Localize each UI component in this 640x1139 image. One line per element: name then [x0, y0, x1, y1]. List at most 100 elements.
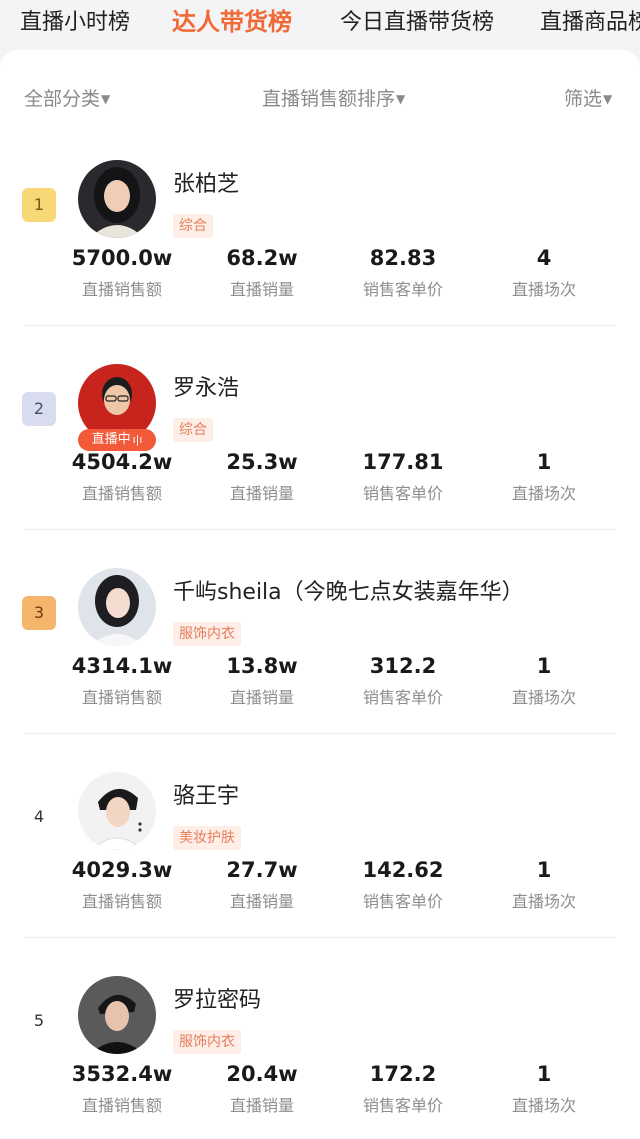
- stat-sales-volume: 13.8w 直播销量: [192, 654, 332, 708]
- stat-value: 177.81: [362, 450, 444, 474]
- stat-value: 3532.4w: [71, 1062, 173, 1086]
- anchor-name[interactable]: 千屿sheila（今晚七点女装嘉年华）: [173, 574, 524, 606]
- stat-label: 直播销售额: [81, 280, 162, 299]
- stat-label: 直播销量: [229, 484, 294, 503]
- sort-dropdown-label: 直播销售额排序: [262, 88, 396, 110]
- rank-badge: 5: [33, 1011, 45, 1030]
- stat-value: 13.8w: [226, 654, 298, 678]
- anchor-name[interactable]: 骆王宇: [173, 778, 239, 810]
- rank-badge: 4: [33, 807, 45, 826]
- stat-label: 销售客单价: [362, 1096, 443, 1115]
- stat-unit-price: 142.62 销售客单价: [333, 858, 473, 912]
- rank-badge: 2: [22, 392, 56, 426]
- ranking-row[interactable]: 5 罗拉密码 服饰内衣 3532.4w 直播销售额 20.4w 直播销量 172.2…: [0, 938, 640, 1139]
- stat-value: 142.62: [362, 858, 444, 882]
- stat-live-count: 1 直播场次: [474, 450, 614, 504]
- stat-label: 销售客单价: [362, 688, 443, 707]
- stat-sales-amount: 4029.3w 直播销售额: [52, 858, 192, 912]
- stat-label: 销售客单价: [362, 280, 443, 299]
- stat-value: 1: [536, 1062, 552, 1086]
- stat-label: 直播场次: [511, 280, 576, 299]
- category-filter[interactable]: 全部分类▼: [24, 84, 110, 111]
- tab-influencer-sales[interactable]: 达人带货榜: [172, 2, 292, 37]
- tab-live-products[interactable]: 直播商品榜: [540, 4, 640, 36]
- stat-value: 1: [536, 450, 552, 474]
- stat-label: 直播销量: [229, 892, 294, 911]
- stat-label: 直播销售额: [81, 484, 162, 503]
- stat-label: 直播销售额: [81, 1096, 162, 1115]
- stat-label: 直播场次: [511, 484, 576, 503]
- avatar[interactable]: [78, 160, 156, 238]
- stat-label: 直播场次: [511, 892, 576, 911]
- category-tag: 服饰内衣: [173, 622, 241, 646]
- stat-sales-volume: 68.2w 直播销量: [192, 246, 332, 300]
- ranking-card: 全部分类▼ 直播销售额排序▼ 筛选▼ 1 张柏芝 综合 5700.0w 直播销售额…: [0, 50, 640, 1139]
- stat-unit-price: 82.83 销售客单价: [333, 246, 473, 300]
- stat-unit-price: 172.2 销售客单价: [333, 1062, 473, 1116]
- category-tag: 综合: [173, 418, 213, 442]
- category-filter-label: 全部分类: [24, 88, 101, 110]
- stat-label: 直播销量: [229, 1096, 294, 1115]
- avatar[interactable]: [78, 976, 156, 1054]
- stat-live-count: 1 直播场次: [474, 1062, 614, 1116]
- stat-value: 312.2: [369, 654, 437, 678]
- stat-value: 4: [536, 246, 552, 270]
- caret-down-icon: ▼: [101, 92, 111, 106]
- stat-value: 27.7w: [226, 858, 298, 882]
- stat-value: 172.2: [369, 1062, 437, 1086]
- filter-bar: 全部分类▼ 直播销售额排序▼ 筛选▼: [0, 80, 640, 120]
- stat-value: 25.3w: [226, 450, 298, 474]
- stat-sales-amount: 4504.2w 直播销售额: [52, 450, 192, 504]
- stat-value: 68.2w: [226, 246, 298, 270]
- ranking-row[interactable]: 3 千屿sheila（今晚七点女装嘉年华） 服饰内衣 4314.1w 直播销售额 …: [0, 530, 640, 734]
- stat-label: 直播销售额: [81, 688, 162, 707]
- stat-value: 82.83: [369, 246, 437, 270]
- sort-dropdown[interactable]: 直播销售额排序▼: [262, 84, 405, 111]
- tab-live-hourly[interactable]: 直播小时榜: [20, 4, 130, 36]
- stat-sales-amount: 3532.4w 直播销售额: [52, 1062, 192, 1116]
- screen-filter-button[interactable]: 筛选▼: [564, 84, 612, 111]
- stat-label: 销售客单价: [362, 484, 443, 503]
- anchor-name[interactable]: 张柏芝: [173, 166, 239, 198]
- stat-label: 直播销售额: [81, 892, 162, 911]
- avatar[interactable]: [78, 772, 156, 850]
- category-tag: 美妆护肤: [173, 826, 241, 850]
- stat-sales-volume: 27.7w 直播销量: [192, 858, 332, 912]
- category-tag: 综合: [173, 214, 213, 238]
- caret-down-icon: ▼: [396, 92, 406, 106]
- stat-label: 直播销量: [229, 688, 294, 707]
- stat-live-count: 1 直播场次: [474, 858, 614, 912]
- stat-sales-volume: 25.3w 直播销量: [192, 450, 332, 504]
- anchor-name[interactable]: 罗拉密码: [173, 982, 261, 1014]
- stat-label: 直播场次: [511, 1096, 576, 1115]
- stat-label: 直播销量: [229, 280, 294, 299]
- live-badge-label: 直播中: [91, 432, 131, 447]
- rank-badge: 1: [22, 188, 56, 222]
- stat-unit-price: 177.81 销售客单价: [333, 450, 473, 504]
- tab-today-live-sales[interactable]: 今日直播带货榜: [340, 4, 494, 36]
- live-bars-icon: ı|ı: [132, 433, 143, 446]
- avatar[interactable]: [78, 568, 156, 646]
- ranking-row[interactable]: 1 张柏芝 综合 5700.0w 直播销售额 68.2w 直播销量 82.83 销售客…: [0, 122, 640, 326]
- ranking-row[interactable]: 4 骆王宇 美妆护肤 4029.3w 直播销售额 27.7w 直播销量 142.62…: [0, 734, 640, 938]
- stat-value: 4314.1w: [71, 654, 173, 678]
- caret-down-icon: ▼: [603, 92, 613, 106]
- ranking-tabs: 直播小时榜 达人带货榜 今日直播带货榜 直播商品榜: [0, 0, 640, 48]
- category-tag: 服饰内衣: [173, 1030, 241, 1054]
- stat-value: 1: [536, 858, 552, 882]
- rank-badge: 3: [22, 596, 56, 630]
- stat-sales-volume: 20.4w 直播销量: [192, 1062, 332, 1116]
- anchor-name[interactable]: 罗永浩: [173, 370, 239, 402]
- ranking-row[interactable]: 2 直播中 ı|ı 罗永浩 综合 4504.2w 直播销售额 25.3w 直播销量 1…: [0, 326, 640, 530]
- screen-filter-label: 筛选: [564, 88, 603, 110]
- stat-label: 直播场次: [511, 688, 576, 707]
- stat-value: 1: [536, 654, 552, 678]
- stat-label: 销售客单价: [362, 892, 443, 911]
- stat-live-count: 4 直播场次: [474, 246, 614, 300]
- stat-sales-amount: 5700.0w 直播销售额: [52, 246, 192, 300]
- stat-value: 4029.3w: [71, 858, 173, 882]
- stat-value: 4504.2w: [71, 450, 173, 474]
- stat-live-count: 1 直播场次: [474, 654, 614, 708]
- live-status-badge[interactable]: 直播中 ı|ı: [78, 429, 156, 451]
- stat-value: 20.4w: [226, 1062, 298, 1086]
